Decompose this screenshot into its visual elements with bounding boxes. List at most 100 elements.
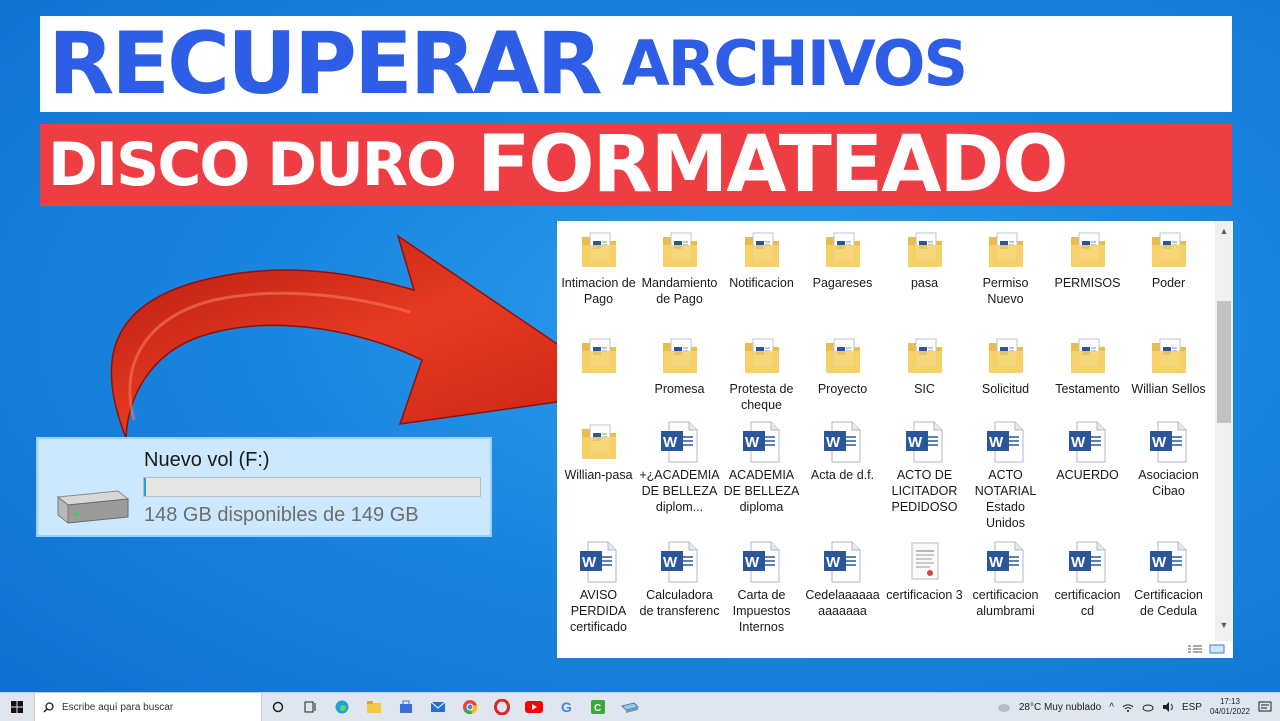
file-item[interactable]: W Certificacion de Cedula [1128, 539, 1209, 619]
opera-icon[interactable] [486, 693, 518, 721]
drive-usage-bar [143, 477, 481, 497]
scroll-up-icon[interactable]: ▲ [1215, 223, 1233, 239]
file-item[interactable]: W ACTO NOTARIAL Estado Unidos [965, 419, 1046, 531]
mail-icon[interactable] [422, 693, 454, 721]
file-item[interactable]: W AVISO PERDIDA certificado [558, 539, 639, 635]
file-item[interactable]: certificacion 3 [884, 539, 965, 603]
folder-icon [574, 227, 624, 273]
file-item[interactable]: Notificacion [721, 227, 802, 291]
file-item[interactable]: Promesa [639, 333, 720, 397]
vertical-scrollbar[interactable]: ▲ ▼ [1215, 221, 1233, 641]
folder-icon [1063, 333, 1113, 379]
file-item[interactable]: W Carta de Impuestos Internos [721, 539, 802, 635]
svg-text:W: W [826, 554, 841, 571]
search-icon [43, 701, 54, 713]
file-item[interactable]: Proyecto [802, 333, 883, 397]
file-item[interactable]: W Cedelaaaaaaaaaaaaa [802, 539, 883, 619]
svg-text:W: W [745, 434, 760, 451]
word-doc-icon: W [737, 539, 787, 585]
file-item[interactable]: Wcertificacion cd [1047, 539, 1128, 619]
file-item[interactable]: W ACTO DE LICITADOR PEDIDOSO [884, 419, 965, 515]
file-item-label: Permiso Nuevo [982, 276, 1029, 306]
file-item[interactable]: W Acta de d.f. [802, 419, 883, 483]
details-view-icon[interactable] [1187, 644, 1203, 654]
word-doc-icon: W [900, 419, 950, 465]
file-item-label: PERMISOS [1054, 276, 1121, 290]
word-doc-icon: W [737, 419, 787, 465]
folder-icon [1144, 227, 1194, 273]
network-icon[interactable] [1122, 701, 1134, 713]
file-item[interactable]: W +¿ACADEMIA DE BELLEZA diplom... [639, 419, 720, 515]
clock-time: 17:13 [1219, 697, 1240, 706]
file-item-label: SIC [914, 382, 935, 396]
onedrive-icon[interactable] [1142, 701, 1154, 713]
file-item[interactable]: Permiso Nuevo [965, 227, 1046, 307]
scanned-doc-icon [900, 539, 950, 585]
file-item[interactable]: Testamento [1047, 333, 1128, 397]
folder-icon [574, 333, 624, 379]
volume-icon[interactable] [1162, 701, 1174, 713]
file-item[interactable]: Mandamiento de Pago [639, 227, 720, 307]
taskbar: Escribe aquí para buscar G C 28°C Muy nu… [0, 692, 1280, 721]
scroll-thumb[interactable] [1217, 301, 1231, 423]
svg-text:W: W [582, 554, 597, 571]
tray-chevron-icon[interactable]: ^ [1109, 702, 1114, 713]
clock[interactable]: 17:13 04/01/2022 [1210, 697, 1250, 717]
folder-icon [1063, 227, 1113, 273]
cortana-icon[interactable] [262, 693, 294, 721]
file-item-label: certificacion alumbrami [972, 588, 1039, 618]
file-item[interactable]: Poder [1128, 227, 1209, 291]
svg-text:W: W [1071, 554, 1086, 571]
folder-icon [818, 227, 868, 273]
file-item[interactable]: Willian Sellos [1128, 333, 1209, 397]
google-icon[interactable]: G [550, 693, 582, 721]
folder-icon [737, 227, 787, 273]
file-item-label: Carta de Impuestos Internos [732, 588, 791, 634]
file-item[interactable]: PERMISOS [1047, 227, 1128, 291]
drive-tile[interactable]: Nuevo vol (F:) 148 GB disponibles de 149… [36, 437, 492, 537]
file-item[interactable]: W Asociacion Cibao [1128, 419, 1209, 499]
file-item[interactable]: Willian-pasa [558, 419, 639, 483]
view-toggle [1187, 644, 1225, 654]
file-item-label: Pagareses [812, 276, 873, 290]
file-explorer-icon[interactable] [358, 693, 390, 721]
file-item-label: +¿ACADEMIA DE BELLEZA diplom... [639, 468, 720, 514]
scroll-down-icon[interactable]: ▼ [1215, 617, 1233, 633]
folder-icon [981, 333, 1031, 379]
windows-start-icon[interactable] [0, 693, 34, 721]
folder-icon [981, 227, 1031, 273]
svg-text:W: W [663, 554, 678, 571]
file-item-label: ACTO NOTARIAL Estado Unidos [974, 468, 1037, 530]
file-item-label: Acta de d.f. [810, 468, 875, 482]
camtasia-icon[interactable]: C [582, 693, 614, 721]
file-item[interactable] [558, 333, 639, 381]
weather-text[interactable]: 28°C Muy nublado [1019, 702, 1101, 713]
file-item[interactable]: W Calculadora de transferenc [639, 539, 720, 619]
file-item[interactable]: Wcertificacion alumbrami [965, 539, 1046, 619]
language-indicator[interactable]: ESP [1182, 702, 1202, 713]
file-item[interactable]: Intimacion de Pago [558, 227, 639, 307]
file-item-label: Protesta de cheque [729, 382, 794, 412]
file-item[interactable]: Protesta de cheque [721, 333, 802, 413]
file-item[interactable]: Solicitud [965, 333, 1046, 397]
clock-date: 04/01/2022 [1209, 707, 1250, 716]
file-item-label: AVISO PERDIDA certificado [570, 588, 627, 634]
large-icons-view-icon[interactable] [1209, 644, 1225, 654]
edge-icon[interactable] [326, 693, 358, 721]
file-item[interactable]: Pagareses [802, 227, 883, 291]
youtube-icon[interactable] [518, 693, 550, 721]
task-view-icon[interactable] [294, 693, 326, 721]
store-icon[interactable] [390, 693, 422, 721]
notifications-icon[interactable] [1258, 701, 1272, 713]
drive-name: Nuevo vol (F:) [144, 449, 270, 471]
disk-tool-icon[interactable] [614, 693, 646, 721]
system-tray: 28°C Muy nublado ^ ESP 17:13 04/01/2022 [997, 697, 1280, 717]
file-item[interactable]: pasa [884, 227, 965, 291]
taskbar-search-input[interactable]: Escribe aquí para buscar [34, 693, 262, 721]
file-item[interactable]: W ACADEMIA DE BELLEZA diploma [721, 419, 802, 515]
chrome-icon[interactable] [454, 693, 486, 721]
file-item[interactable]: SIC [884, 333, 965, 397]
file-item[interactable]: W ACUERDO [1047, 419, 1128, 483]
file-item-label: ACUERDO [1056, 468, 1119, 482]
weather-cloud-icon [997, 704, 1010, 712]
